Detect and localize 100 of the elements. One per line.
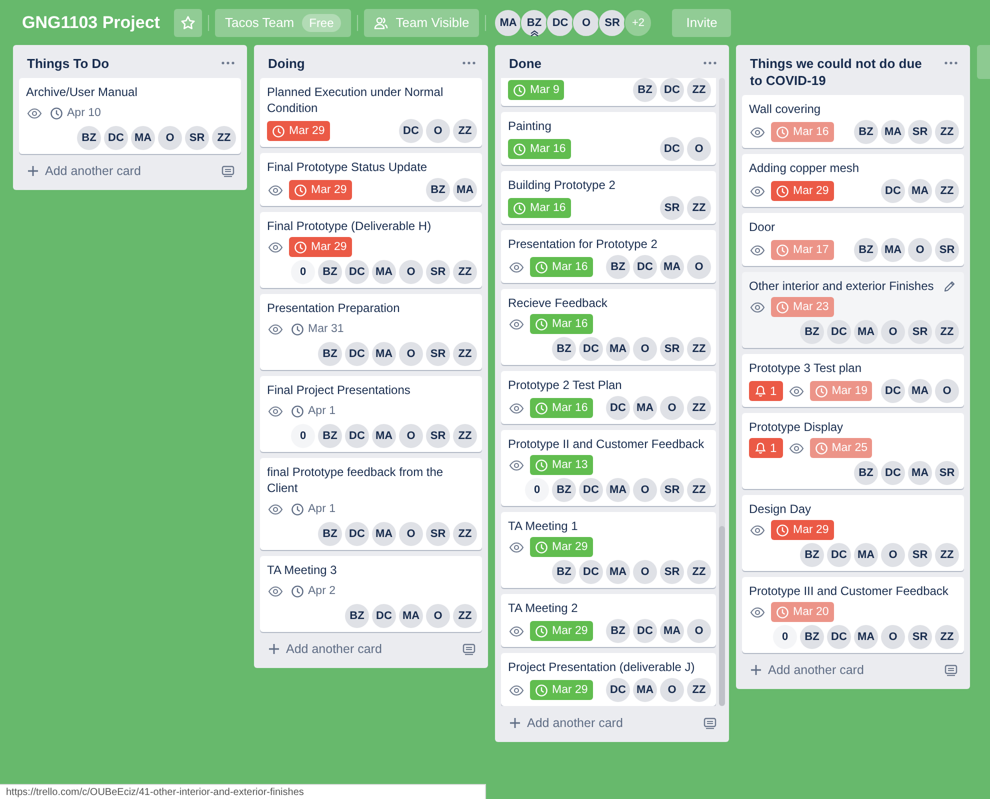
member-avatar[interactable]: O [660, 396, 684, 420]
member-avatar[interactable]: DC [660, 78, 684, 102]
member-avatar[interactable]: ZZ [687, 78, 711, 102]
member-avatar[interactable]: MA [854, 543, 878, 567]
member-avatar[interactable]: BZ [345, 604, 369, 628]
member-avatar[interactable]: O [881, 543, 905, 567]
member-avatar[interactable]: MA [908, 461, 932, 485]
add-card-button[interactable]: Add another card [503, 712, 629, 734]
member-avatar[interactable]: SR [935, 238, 959, 262]
member-avatar[interactable]: SR [660, 196, 684, 220]
member-avatar[interactable]: DC [606, 396, 630, 420]
member-avatar[interactable]: O [908, 238, 932, 262]
member-avatar[interactable]: SR [185, 126, 209, 150]
member-avatar[interactable]: DC [660, 137, 684, 161]
member-avatar[interactable]: O [399, 424, 423, 448]
member-avatar[interactable]: O [935, 379, 959, 403]
card-template-icon[interactable] [221, 164, 235, 178]
member-avatar[interactable]: MA [854, 625, 878, 649]
member-avatar[interactable]: MA [660, 255, 684, 279]
member-avatar[interactable]: DC [881, 379, 905, 403]
member-avatar[interactable]: ZZ [935, 625, 959, 649]
card[interactable]: Painting Mar 16 DC O [501, 112, 716, 165]
member-avatar[interactable]: BZ [800, 625, 824, 649]
member-avatar[interactable]: MA [633, 396, 657, 420]
member-avatar[interactable]: BZ [318, 424, 342, 448]
card[interactable]: Design Day Mar 29 BZ DC MA O SR ZZ [742, 495, 964, 571]
more-icon[interactable] [221, 61, 235, 65]
member-avatar[interactable]: ZZ [453, 604, 477, 628]
member-avatar[interactable]: MA [881, 238, 905, 262]
member-avatar[interactable]: BZ [520, 8, 548, 36]
member-avatar[interactable]: MA [494, 8, 522, 36]
member-avatar[interactable]: MA [881, 120, 905, 144]
pencil-icon[interactable] [943, 280, 956, 293]
member-avatar[interactable]: O [426, 119, 450, 143]
member-avatar[interactable]: MA [633, 678, 657, 702]
member-avatar[interactable]: BZ [77, 126, 101, 150]
member-avatar[interactable]: O [158, 126, 182, 150]
member-avatar[interactable]: BZ [318, 522, 342, 546]
more-icon[interactable] [944, 61, 958, 65]
member-avatar[interactable]: O [426, 604, 450, 628]
more-icon[interactable] [462, 61, 476, 65]
member-avatar[interactable]: BZ [606, 255, 630, 279]
member-avatar[interactable]: MA [372, 260, 396, 284]
member-avatar[interactable]: SR [660, 560, 684, 584]
member-avatar[interactable]: ZZ [453, 260, 477, 284]
member-avatar[interactable]: MA [131, 126, 155, 150]
member-avatar[interactable]: DC [399, 119, 423, 143]
member-avatar[interactable]: SR [935, 461, 959, 485]
member-avatar[interactable]: MA [399, 604, 423, 628]
member-avatar[interactable]: DC [546, 8, 574, 36]
member-avatar[interactable]: O [399, 342, 423, 366]
list-title[interactable]: Things we could not do due to COVID-19 [750, 55, 930, 89]
member-avatar[interactable]: BZ [854, 461, 878, 485]
member-avatar[interactable]: ZZ [935, 320, 959, 344]
member-avatar[interactable]: SR [660, 337, 684, 361]
card[interactable]: Mar 9 BZ DC ZZ [501, 78, 716, 106]
card[interactable]: Building Prototype 2 Mar 16 SR ZZ [501, 171, 716, 224]
card[interactable]: final Prototype feedback from the Client Apr 1 BZ DC MA O SR ZZ [260, 458, 482, 550]
card[interactable]: Planned Execution under Normal Condition Mar 29 DC O ZZ [260, 78, 482, 147]
member-avatar[interactable]: O [687, 619, 711, 643]
card[interactable]: Archive/User Manual Apr 10 BZ DC MA O SR ZZ [19, 78, 241, 154]
member-avatar[interactable]: MA [908, 379, 932, 403]
card[interactable]: TA Meeting 2 Mar 29 BZ DC MA O [501, 594, 716, 647]
card[interactable]: Wall covering Mar 16 BZ MA SR ZZ [742, 95, 964, 148]
scrollbar-thumb[interactable] [719, 526, 725, 706]
card[interactable]: Door Mar 17 BZ MA O SR [742, 213, 964, 266]
member-avatar[interactable]: DC [579, 560, 603, 584]
card[interactable]: Prototype II and Customer Feedback Mar 13 0 BZ DC MA O SR ZZ [501, 430, 716, 506]
member-avatar[interactable]: BZ [854, 120, 878, 144]
member-avatar[interactable]: ZZ [453, 342, 477, 366]
member-avatar[interactable]: O [881, 625, 905, 649]
card[interactable]: Recieve Feedback Mar 16 BZ DC MA O SR ZZ [501, 289, 716, 365]
member-avatar[interactable]: BZ [800, 320, 824, 344]
member-avatar[interactable]: SR [908, 543, 932, 567]
member-avatar[interactable]: DC [579, 337, 603, 361]
member-avatar[interactable]: SR [908, 120, 932, 144]
member-avatar[interactable]: O [399, 260, 423, 284]
member-avatar[interactable]: DC [827, 625, 851, 649]
card[interactable]: Final Prototype Status Update Mar 29 BZ MA [260, 153, 482, 206]
member-avatar[interactable]: BZ [633, 78, 657, 102]
member-avatar[interactable]: SR [426, 522, 450, 546]
member-avatar[interactable]: O [572, 8, 600, 36]
member-avatar[interactable]: DC [345, 424, 369, 448]
add-card-button[interactable]: Add another card [744, 659, 870, 681]
add-card-button[interactable]: Add another card [21, 160, 147, 182]
member-avatar[interactable]: ZZ [935, 120, 959, 144]
member-avatar[interactable]: SR [908, 625, 932, 649]
member-avatar[interactable]: O [633, 337, 657, 361]
member-avatar[interactable]: BZ [426, 178, 450, 202]
add-card-button[interactable]: Add another card [262, 638, 388, 660]
member-avatar[interactable]: MA [372, 342, 396, 366]
member-avatar[interactable]: DC [881, 179, 905, 203]
member-avatar[interactable]: ZZ [687, 560, 711, 584]
member-avatar[interactable]: MA [606, 337, 630, 361]
member-avatar[interactable]: BZ [854, 238, 878, 262]
scrollbar[interactable] [719, 78, 725, 706]
member-avatar[interactable]: SR [426, 260, 450, 284]
list-title[interactable]: Doing [268, 55, 305, 72]
member-avatar[interactable]: DC [606, 678, 630, 702]
star-button[interactable] [174, 8, 202, 36]
